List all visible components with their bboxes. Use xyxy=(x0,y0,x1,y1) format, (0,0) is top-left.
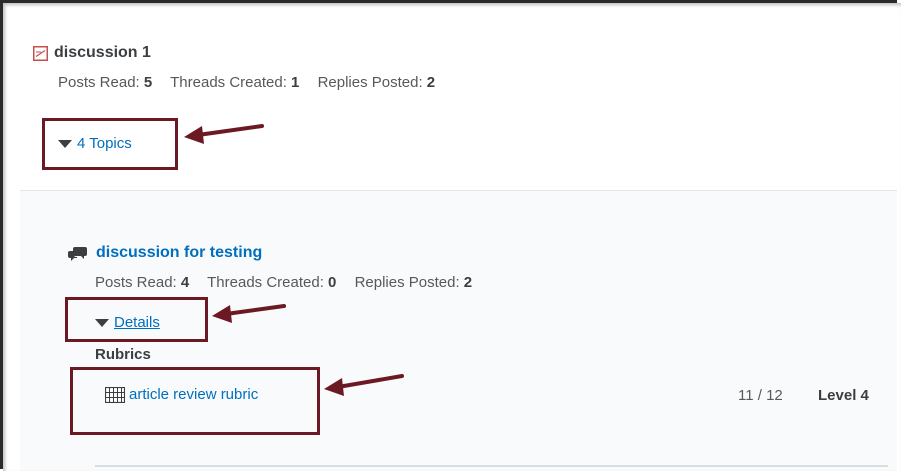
discussion-header: discussion 1 xyxy=(33,44,151,62)
topic-posts-read-value: 4 xyxy=(180,274,190,291)
replies-posted-label: Replies Posted: xyxy=(317,74,423,91)
topic-stats: Posts Read: 4 Threads Created: 0 Replies… xyxy=(95,274,472,291)
highlight-box-rubric xyxy=(70,367,320,435)
posts-read-value: 5 xyxy=(143,74,153,91)
row-divider xyxy=(95,465,888,467)
arrow-left-icon xyxy=(184,124,264,144)
discussion-stats: Posts Read: 5 Threads Created: 1 Replies… xyxy=(58,74,435,91)
topic-replies-posted-label: Replies Posted: xyxy=(354,274,460,291)
arrow-left-icon xyxy=(212,304,286,323)
topic-title-link[interactable]: discussion for testing xyxy=(96,244,262,262)
highlight-box-details xyxy=(65,297,208,342)
chat-bubbles-icon xyxy=(68,247,87,261)
rubric-level: Level 4 xyxy=(818,387,869,404)
replies-posted-value: 2 xyxy=(426,74,436,91)
topic-posts-read-label: Posts Read: xyxy=(95,274,177,291)
discussion-title: discussion 1 xyxy=(54,44,151,61)
topic-threads-created-value: 0 xyxy=(328,274,337,291)
arrow-left-icon xyxy=(324,374,404,396)
topic-replies-posted-value: 2 xyxy=(463,274,473,291)
topic-header: discussion for testing xyxy=(68,244,262,262)
posts-read-label: Posts Read: xyxy=(58,74,140,91)
rubric-score: 11 / 12 xyxy=(738,387,783,404)
rubrics-heading: Rubrics xyxy=(95,346,151,363)
threads-created-label: Threads Created: xyxy=(170,74,287,91)
document-icon xyxy=(33,45,48,61)
topic-threads-created-label: Threads Created: xyxy=(207,274,324,291)
threads-created-value: 1 xyxy=(291,74,300,91)
highlight-box-topics xyxy=(42,118,178,170)
